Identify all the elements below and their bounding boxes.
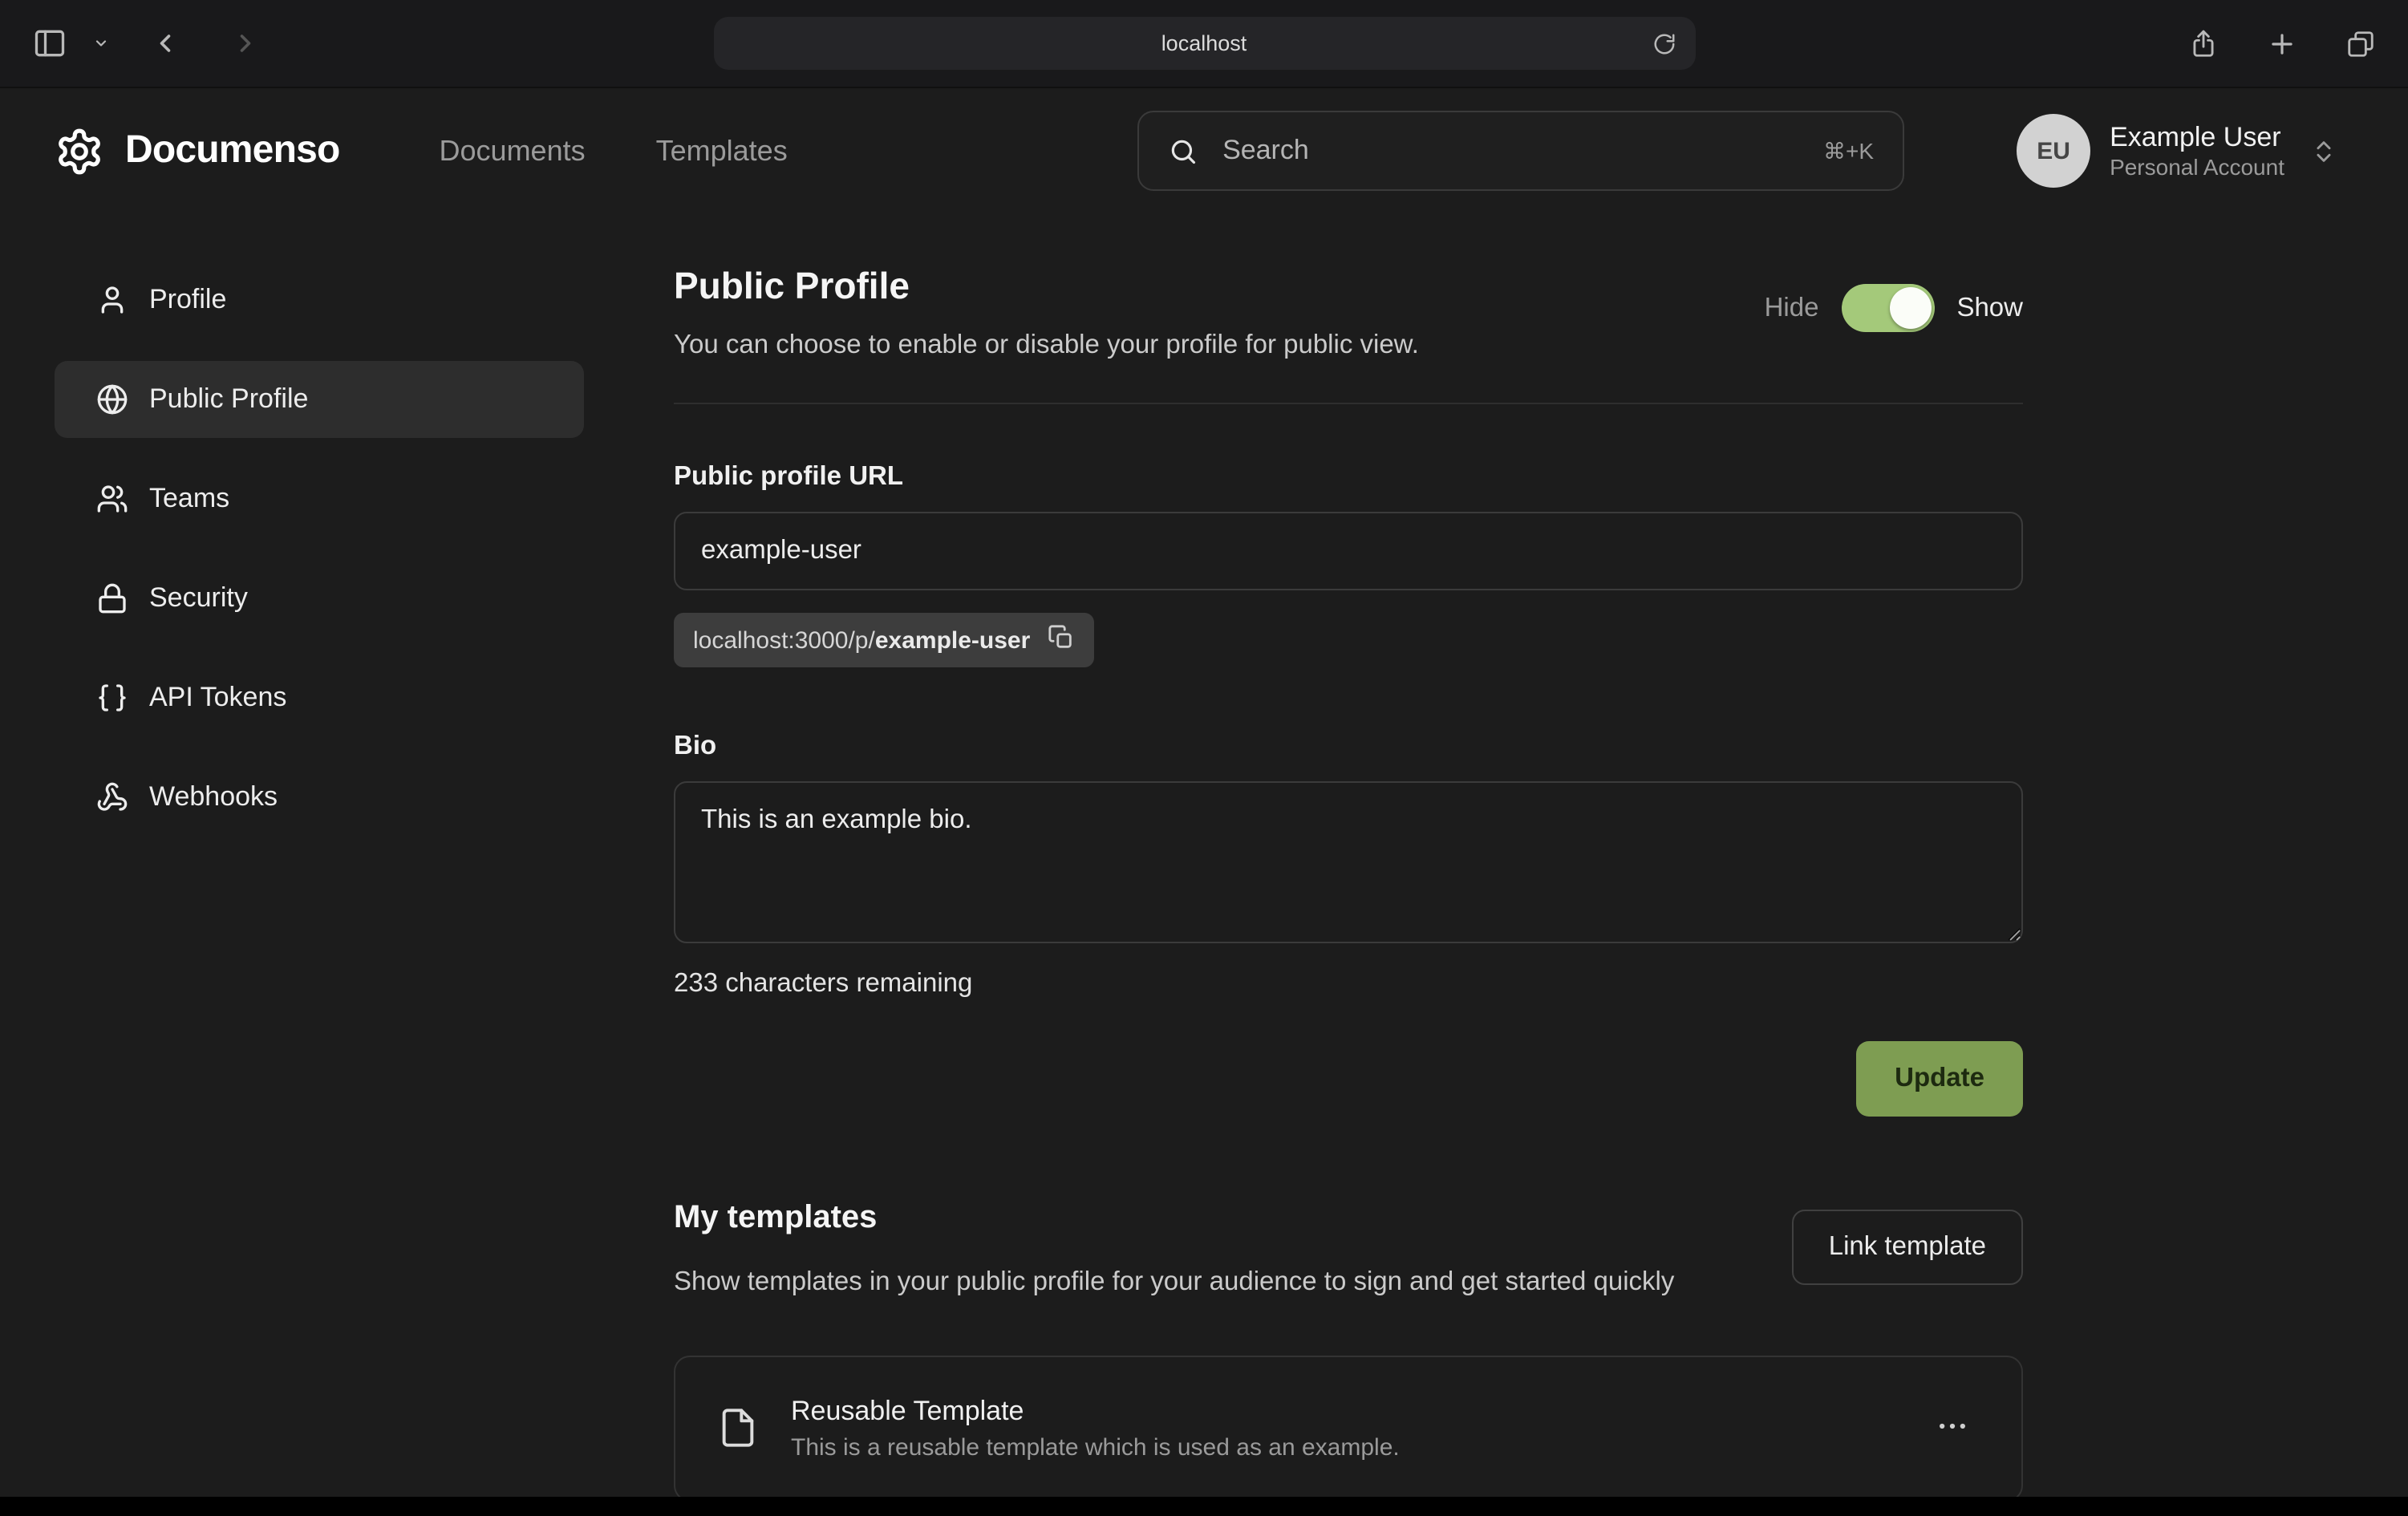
sidebar-item-label: Webhooks <box>149 781 278 813</box>
app-header: Documenso Documents Templates ⌘+K EU Exa… <box>0 88 2408 213</box>
lock-icon <box>96 582 128 614</box>
sidebar-toggle-button[interactable] <box>26 19 74 67</box>
copy-icon <box>1048 624 1075 656</box>
user-name: Example User <box>2110 120 2284 154</box>
tabs-icon <box>2345 28 2376 59</box>
address-bar-url: localhost <box>1161 31 1247 55</box>
user-menu[interactable]: EU Example User Personal Account <box>2017 114 2337 188</box>
app-body: Profile Public Profile Teams <box>0 213 2408 1497</box>
templates-title: My templates <box>674 1200 1674 1237</box>
characters-remaining: 233 characters remaining <box>674 969 2023 999</box>
share-button[interactable] <box>2182 22 2225 65</box>
public-profile-url-input[interactable] <box>674 512 2023 590</box>
show-label: Show <box>1956 293 2023 323</box>
url-field-label: Public profile URL <box>674 462 2023 492</box>
documenso-logo-icon <box>55 126 104 176</box>
toggle-knob <box>1889 287 1931 329</box>
user-icon <box>96 284 128 316</box>
my-templates-section: My templates Show templates in your publ… <box>674 1200 2023 1497</box>
templates-description: Show templates in your public profile fo… <box>674 1263 1674 1303</box>
file-icon <box>717 1407 759 1449</box>
sidebar-item-teams[interactable]: Teams <box>55 460 584 537</box>
forward-button[interactable] <box>225 22 266 64</box>
search-icon <box>1168 136 1198 166</box>
avatar: EU <box>2017 114 2090 188</box>
nav-templates[interactable]: Templates <box>656 134 788 168</box>
sidebar-item-api-tokens[interactable]: API Tokens <box>55 659 584 736</box>
link-template-button[interactable]: Link template <box>1792 1210 2023 1285</box>
sidebar-menu-chevron-button[interactable] <box>87 29 116 58</box>
new-tab-button[interactable] <box>2260 22 2304 65</box>
page-title: Public Profile <box>674 265 1419 308</box>
hide-label: Hide <box>1765 293 1819 323</box>
sidebar-item-security[interactable]: Security <box>55 560 584 637</box>
sidebar-item-label: Security <box>149 582 248 614</box>
sidebar-item-label: API Tokens <box>149 682 286 714</box>
bio-field-label: Bio <box>674 732 2023 762</box>
bio-textarea[interactable]: This is an example bio. <box>674 781 2023 943</box>
window-bottom-strip <box>0 1497 2408 1516</box>
search-shortcut: ⌘+K <box>1823 137 1874 164</box>
share-url-badge: localhost:3000/p/example-user <box>674 613 1094 667</box>
sidebar-item-profile[interactable]: Profile <box>55 261 584 338</box>
page-subtitle: You can choose to enable or disable your… <box>674 330 1419 361</box>
screen: localhost <box>0 0 2408 1516</box>
browser-chrome: localhost <box>0 0 2408 88</box>
divider <box>674 403 2023 404</box>
profile-visibility-toggle[interactable] <box>1841 284 1934 332</box>
chevrons-up-down-icon <box>2310 137 2337 164</box>
tab-overview-button[interactable] <box>2339 22 2382 65</box>
plus-icon <box>2267 28 2297 59</box>
search-input[interactable] <box>1219 133 1802 168</box>
share-icon <box>2188 28 2219 59</box>
template-options-button[interactable] <box>1925 1398 1980 1457</box>
chevron-right-icon <box>231 29 260 58</box>
copy-url-button[interactable] <box>1048 624 1075 656</box>
template-card: Reusable Template This is a reusable tem… <box>674 1355 2023 1497</box>
chevron-left-icon <box>151 29 180 58</box>
reload-button[interactable] <box>1645 25 1682 62</box>
sidebar-item-label: Public Profile <box>149 383 308 415</box>
top-nav: Documents Templates <box>440 134 788 168</box>
globe-icon <box>96 383 128 415</box>
sidebar-item-label: Teams <box>149 483 229 515</box>
search-bar[interactable]: ⌘+K <box>1137 111 1904 191</box>
brand-link[interactable]: Documenso <box>55 126 340 176</box>
users-icon <box>96 483 128 515</box>
nav-documents[interactable]: Documents <box>440 134 586 168</box>
back-button[interactable] <box>144 22 186 64</box>
template-description: This is a reusable template which is use… <box>791 1433 1400 1461</box>
user-account-type: Personal Account <box>2110 154 2284 182</box>
template-name: Reusable Template <box>791 1395 1400 1427</box>
share-url-text: localhost:3000/p/example-user <box>693 626 1030 654</box>
chevron-down-icon <box>93 35 109 51</box>
sidebar-item-label: Profile <box>149 284 226 316</box>
sidebar-panel-icon <box>32 26 67 61</box>
webhook-icon <box>96 781 128 813</box>
visibility-toggle-group: Hide Show <box>1765 284 2023 332</box>
sidebar-item-webhooks[interactable]: Webhooks <box>55 759 584 836</box>
settings-sidebar: Profile Public Profile Teams <box>0 213 584 1497</box>
address-bar[interactable]: localhost <box>713 17 1695 70</box>
braces-icon <box>96 682 128 714</box>
update-button[interactable]: Update <box>1856 1041 2023 1117</box>
app: Documenso Documents Templates ⌘+K EU Exa… <box>0 88 2408 1497</box>
brand-name: Documenso <box>125 128 340 173</box>
ellipsis-icon <box>1935 1408 1970 1448</box>
main-content: Public Profile You can choose to enable … <box>584 213 2116 1497</box>
reload-icon <box>1652 31 1676 55</box>
sidebar-item-public-profile[interactable]: Public Profile <box>55 361 584 438</box>
